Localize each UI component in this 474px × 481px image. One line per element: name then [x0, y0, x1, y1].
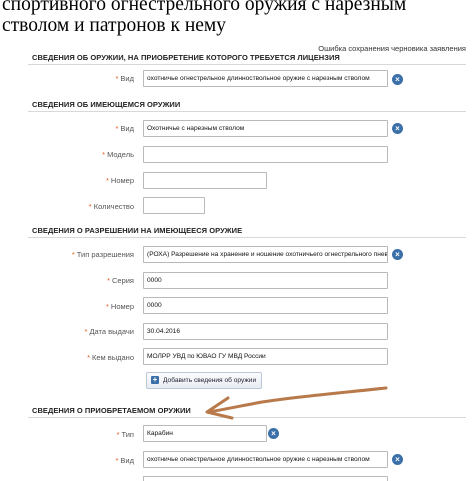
annotation-arrow-icon [205, 386, 388, 420]
